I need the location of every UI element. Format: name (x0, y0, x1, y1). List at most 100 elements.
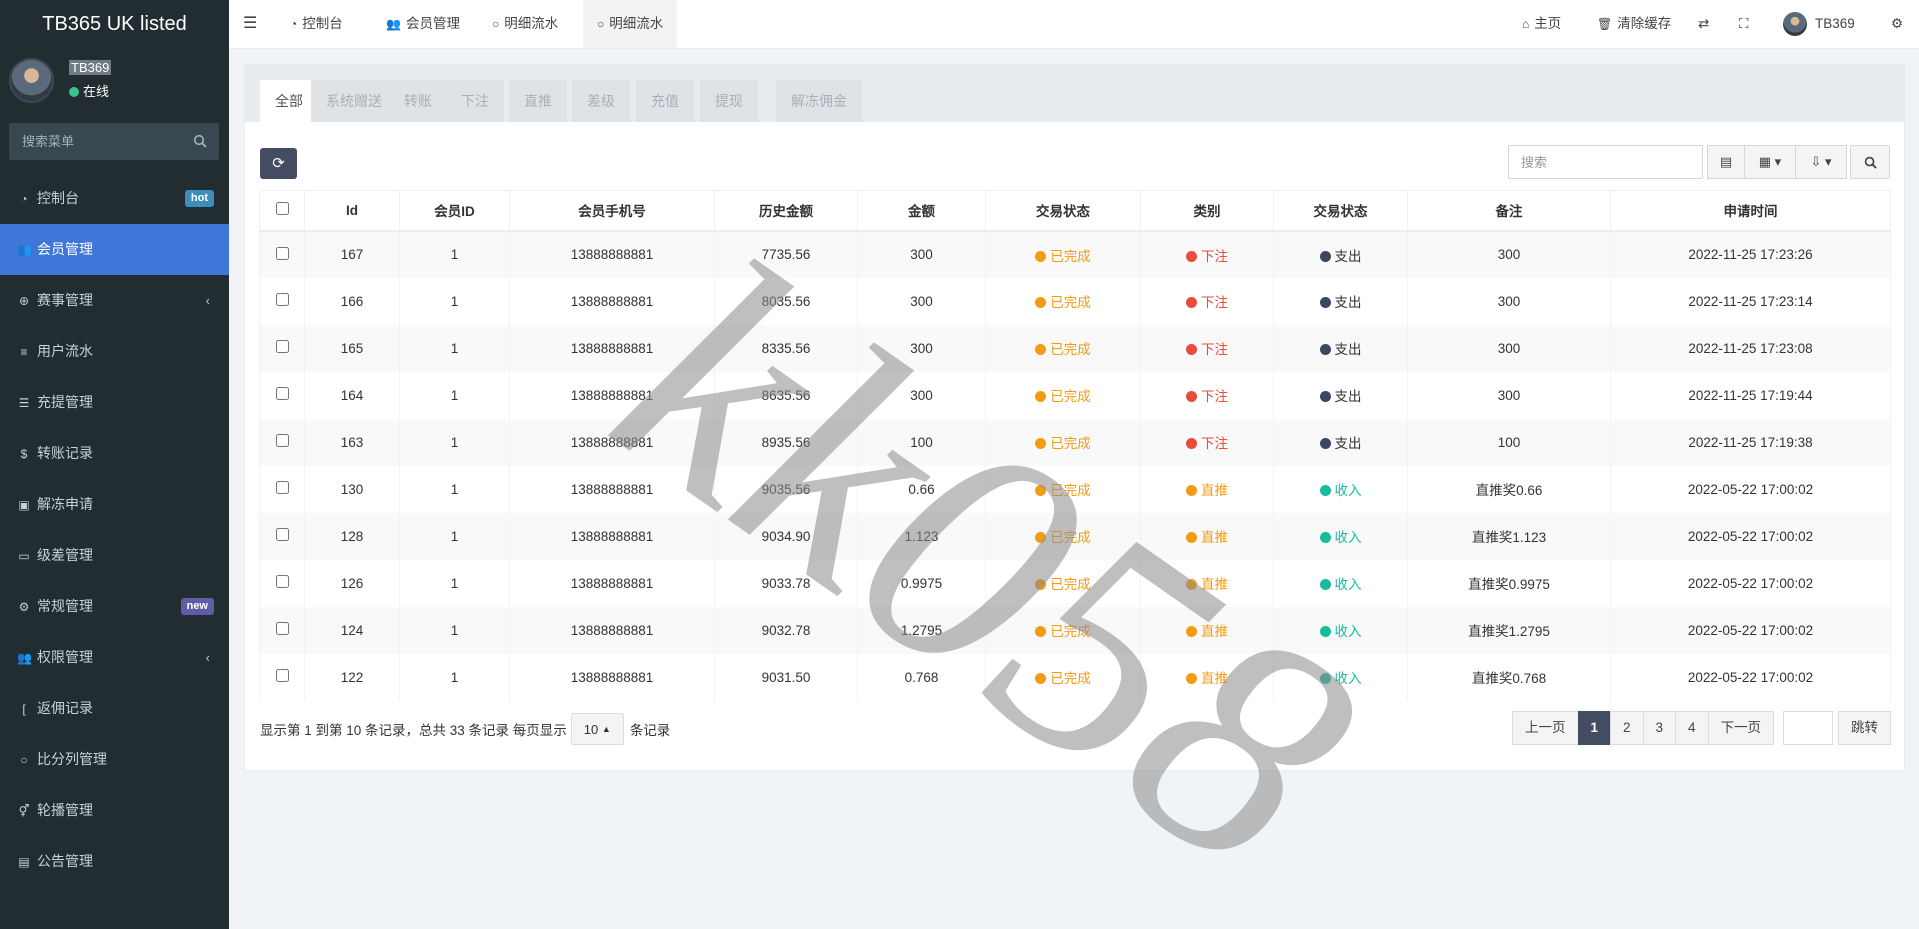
sidebar-item[interactable]: ▭ 级差管理 (0, 530, 229, 581)
trade-status-cell: 已完成 (985, 230, 1141, 278)
trade-status-label: 已完成 (1050, 483, 1091, 498)
sidebar-item[interactable]: 👥 权限管理 ‹ (0, 632, 229, 683)
nav-tab-dashboard[interactable]: ◔ 控制台 (290, 0, 343, 48)
jump-page-input[interactable] (1783, 711, 1833, 745)
filter-tab[interactable]: 转账 (389, 80, 447, 122)
cell-member-id: 1 (399, 465, 510, 513)
user-menu[interactable]: TB369 (1783, 0, 1855, 48)
col-note[interactable]: 备注 (1407, 190, 1611, 232)
category-label: 下注 (1201, 389, 1228, 404)
row-checkbox[interactable] (275, 669, 289, 682)
row-checkbox[interactable] (275, 246, 289, 260)
table-header-row: Id 会员ID 会员手机号 历史金额 金额 交易状态 类别 交易状态 备注 申请… (259, 190, 1891, 232)
search-icon[interactable] (193, 134, 207, 148)
filter-tab[interactable]: 系统赠送 (311, 80, 397, 122)
sidebar-item[interactable]: ▤ 公告管理 (0, 836, 229, 887)
filter-tab[interactable]: 充值 (636, 80, 694, 122)
category-cell: 直推 (1140, 465, 1274, 513)
advanced-search-button[interactable] (1850, 145, 1890, 179)
sidebar-item[interactable]: ○ 比分列管理 (0, 734, 229, 785)
filter-tab[interactable]: 直推 (509, 80, 567, 122)
col-trade-status[interactable]: 交易状态 (985, 190, 1141, 232)
row-checkbox[interactable] (275, 622, 289, 635)
row-select-cell (259, 653, 305, 701)
sidebar-item[interactable]: [返佣记录 (0, 683, 229, 734)
col-phone[interactable]: 会员手机号 (509, 190, 715, 232)
col-member-id[interactable]: 会员ID (399, 190, 510, 232)
category-badge: 直推 (1186, 530, 1228, 545)
row-checkbox[interactable] (275, 528, 289, 541)
menu-toggle-icon[interactable]: ☰ (243, 0, 257, 48)
col-apply-time[interactable]: 申请时间 (1610, 190, 1891, 232)
row-checkbox[interactable] (275, 575, 289, 588)
translate-icon[interactable]: ⇄ (1698, 0, 1709, 48)
table-row[interactable]: 167 1 13888888881 7735.56 300 已完成 下注 支出 300 2022-… (259, 230, 1891, 278)
col-id[interactable]: Id (304, 190, 400, 232)
toggle-view-button[interactable]: ▤ (1707, 145, 1745, 179)
table-row[interactable]: 122 1 13888888881 9031.50 0.768 已完成 直推 收入 直推奖0.7… (259, 653, 1891, 701)
refresh-button[interactable]: ⟳ (260, 148, 297, 179)
filter-tab[interactable]: 下注 (446, 80, 504, 122)
clear-cache-button[interactable]: 🗑 清除缓存 (1597, 0, 1671, 48)
select-all-checkbox[interactable] (275, 202, 289, 216)
row-checkbox[interactable] (275, 340, 289, 353)
jump-button[interactable]: 跳转 (1838, 711, 1891, 745)
row-checkbox[interactable] (275, 387, 289, 400)
fullscreen-icon[interactable]: ⛶ (1739, 0, 1748, 48)
col-category[interactable]: 类别 (1140, 190, 1274, 232)
top-navbar: ☰ ◔ 控制台 👥 会员管理 ○ 明细流水 ○ 明细流水 ⌂ 主页 🗑 清除缓存 ⇄ ⛶ T… (229, 0, 1919, 49)
venus-mars-icon: ⚥ (18, 804, 30, 818)
col-history-amount[interactable]: 历史金额 (714, 190, 858, 232)
cell-apply-time: 2022-11-25 17:23:26 (1610, 230, 1891, 278)
menu-search-input[interactable] (9, 123, 219, 160)
table-row[interactable]: 130 1 13888888881 9035.56 0.66 已完成 直推 收入 直推奖0.66… (259, 465, 1891, 513)
table-row[interactable]: 124 1 13888888881 9032.78 1.2795 已完成 直推 收入 直推奖1.… (259, 606, 1891, 654)
status-dot-icon (1186, 485, 1197, 496)
sidebar-item[interactable]: $ 转账记录 (0, 428, 229, 479)
cell-amount: 100 (857, 418, 986, 466)
row-checkbox[interactable] (275, 481, 289, 494)
page-button[interactable]: 4 (1675, 711, 1709, 745)
filter-tab[interactable]: 全部 (260, 80, 318, 122)
home-link[interactable]: ⌂ 主页 (1522, 0, 1561, 48)
table-search-input[interactable] (1509, 146, 1702, 178)
page-size-select[interactable]: 10 ▲ (570, 713, 624, 745)
category-cell: 下注 (1140, 230, 1274, 278)
settings-gear-icon[interactable]: ⚙ (1891, 0, 1903, 48)
nav-tab-members[interactable]: 👥 会员管理 (386, 0, 460, 48)
table-row[interactable]: 164 1 13888888881 8635.56 300 已完成 下注 支出 300 2022-… (259, 371, 1891, 419)
row-checkbox[interactable] (275, 293, 289, 306)
filter-tabs: 全部 系统赠送 转账 下注 直推 差级 充值 提现 解冻佣金 (245, 65, 1904, 122)
next-page-button[interactable]: 下一页 (1707, 711, 1775, 745)
brand-title[interactable]: TB365 UK listed (0, 0, 229, 48)
page-button[interactable]: 1 (1577, 711, 1612, 745)
filter-tab[interactable]: 差级 (572, 80, 630, 122)
nav-tab-detail-flow-active[interactable]: ○ 明细流水 (583, 0, 678, 48)
page-button[interactable]: 3 (1642, 711, 1677, 745)
cell-id: 163 (304, 418, 400, 466)
nav-tab-detail-flow[interactable]: ○ 明细流水 (492, 0, 558, 48)
columns-button[interactable]: ▦ ▾ (1744, 145, 1796, 179)
col-flow[interactable]: 交易状态 (1273, 190, 1408, 232)
sidebar-item[interactable]: ☰ 充提管理 (0, 377, 229, 428)
table-row[interactable]: 163 1 13888888881 8935.56 100 已完成 下注 支出 100 2022-… (259, 418, 1891, 466)
prev-page-button[interactable]: 上一页 (1512, 711, 1579, 745)
sidebar-item[interactable]: ≡ 用户流水 (0, 326, 229, 377)
cell-member-id: 1 (399, 512, 510, 560)
sidebar-item[interactable]: ◔ 控制台 hot (0, 173, 229, 224)
table-row[interactable]: 165 1 13888888881 8335.56 300 已完成 下注 支出 300 2022-… (259, 324, 1891, 372)
sidebar-item[interactable]: ⚙ 常规管理 new (0, 581, 229, 632)
sidebar-item[interactable]: ▣ 解冻申请 (0, 479, 229, 530)
sidebar-item[interactable]: ⚥ 轮播管理 (0, 785, 229, 836)
table-row[interactable]: 166 1 13888888881 8035.56 300 已完成 下注 支出 300 2022-… (259, 277, 1891, 325)
page-button[interactable]: 2 (1610, 711, 1644, 745)
filter-tab[interactable]: 解冻佣金 (776, 80, 862, 122)
filter-tab[interactable]: 提现 (700, 80, 758, 122)
table-row[interactable]: 126 1 13888888881 9033.78 0.9975 已完成 直推 收入 直推奖0.… (259, 559, 1891, 607)
export-button[interactable]: ⇩ ▾ (1795, 145, 1847, 179)
col-amount[interactable]: 金额 (857, 190, 986, 232)
row-checkbox[interactable] (275, 434, 289, 447)
table-row[interactable]: 128 1 13888888881 9034.90 1.123 已完成 直推 收入 直推奖1.1… (259, 512, 1891, 560)
sidebar-item[interactable]: ⊕ 赛事管理 ‹ (0, 275, 229, 326)
sidebar-item[interactable]: 👥 会员管理 (0, 224, 229, 275)
